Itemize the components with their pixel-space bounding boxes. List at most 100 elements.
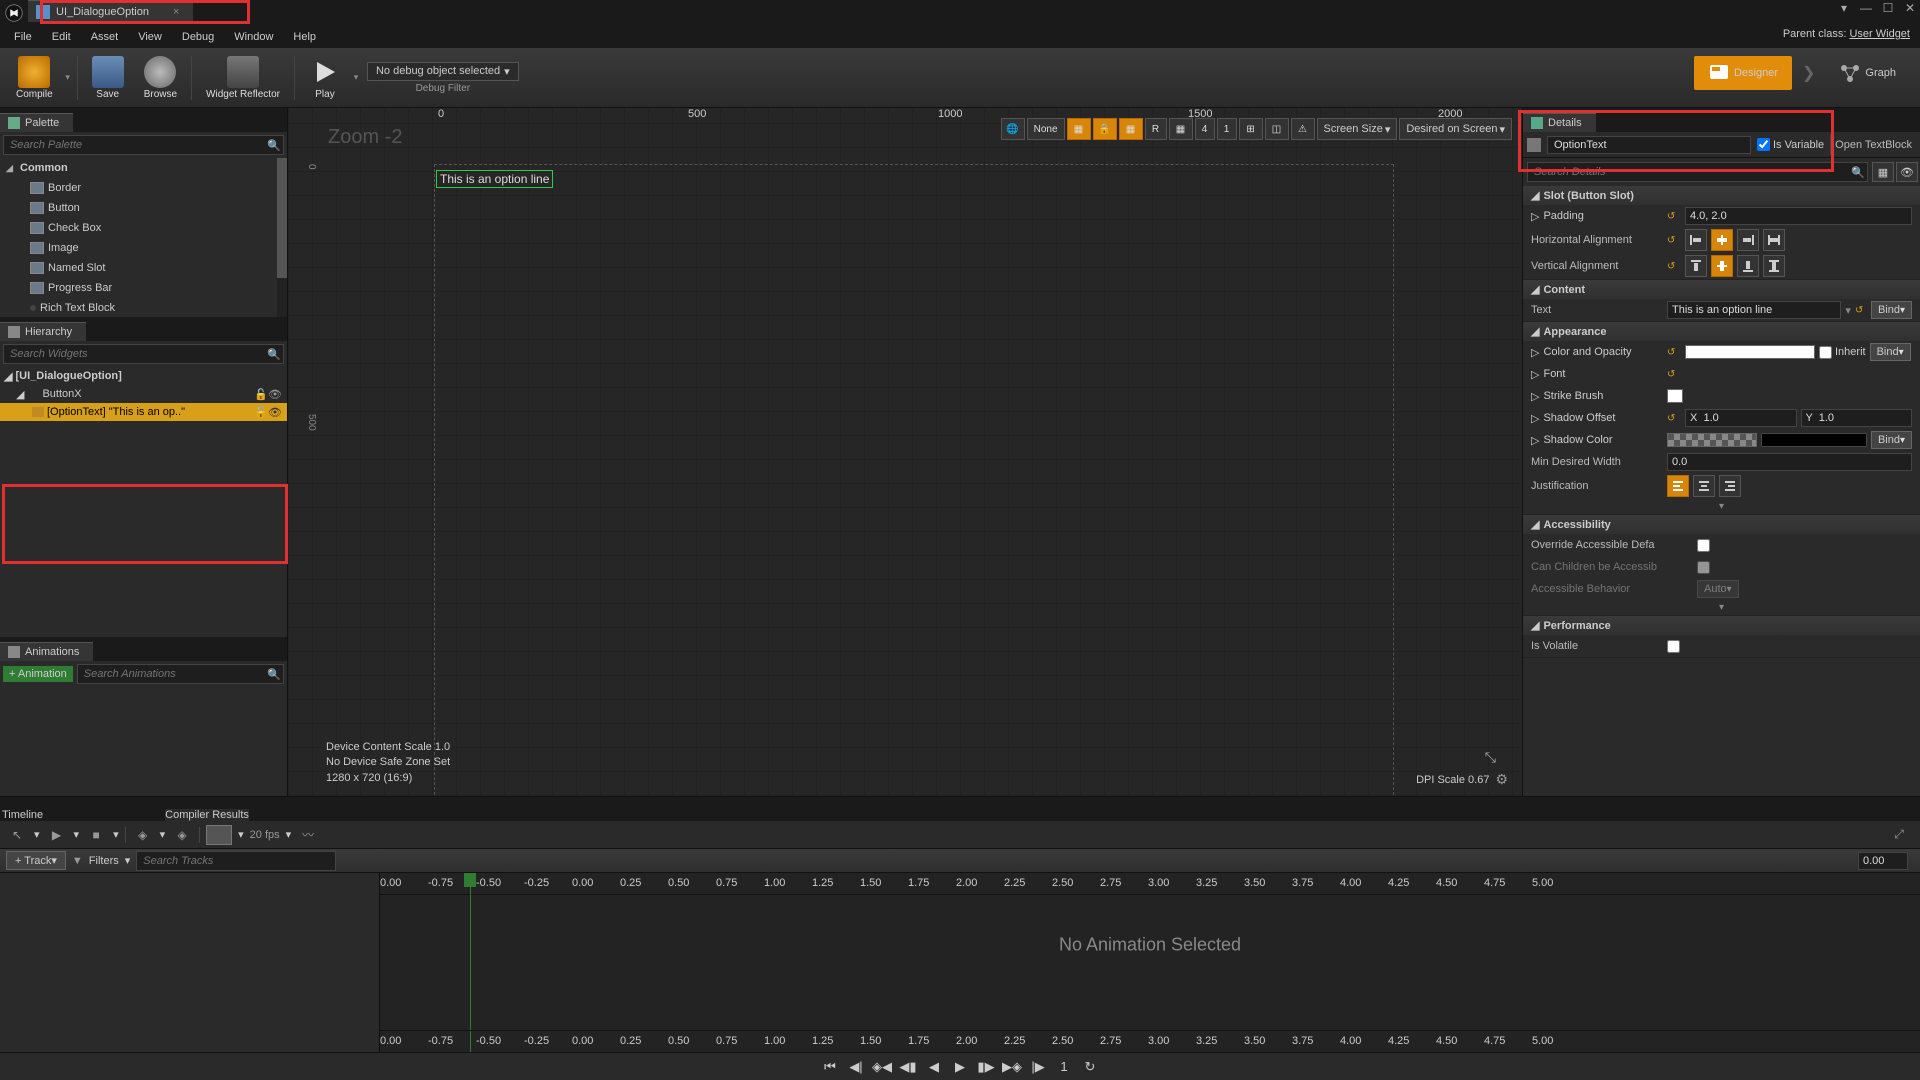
menu-help[interactable]: Help [283, 29, 326, 45]
section-content[interactable]: ◢Content [1523, 280, 1920, 299]
designer-mode-button[interactable]: Designer [1694, 56, 1792, 90]
tracks-search[interactable] [136, 851, 336, 871]
timeline-tab[interactable]: Timeline [2, 809, 43, 821]
warning-icon[interactable]: ⚠ [1291, 118, 1315, 140]
menu-edit[interactable]: Edit [42, 29, 81, 45]
current-time-input[interactable] [1858, 852, 1908, 870]
hierarchy-tab[interactable]: Hierarchy [0, 322, 86, 341]
num-button-1[interactable]: 1 [1217, 118, 1237, 140]
fill-mode-button[interactable]: Desired on Screen▾ [1399, 118, 1512, 140]
key-button[interactable]: ◈ [132, 825, 154, 845]
section-performance[interactable]: ◢Performance [1523, 616, 1920, 635]
widget-reflector-button[interactable]: Widget Reflector [196, 50, 290, 106]
section-slot[interactable]: ◢Slot (Button Slot) [1523, 186, 1920, 205]
goto-start-button[interactable]: ⏮ [820, 1059, 840, 1075]
document-tab[interactable]: UI_DialogueOption × [28, 0, 193, 22]
halign-center-button[interactable] [1711, 229, 1733, 251]
frame-back-button[interactable]: ◀▮ [898, 1059, 918, 1075]
graph-mode-button[interactable]: Graph [1825, 56, 1910, 90]
valign-fill-button[interactable] [1763, 255, 1785, 277]
palette-item[interactable]: Named Slot [0, 258, 287, 278]
browse-button[interactable]: Browse [134, 50, 187, 106]
widget-name-input[interactable] [1547, 136, 1751, 154]
section-appearance[interactable]: ◢Appearance [1523, 322, 1920, 341]
layout-option-button[interactable]: ⊞ [1239, 118, 1263, 140]
details-search[interactable]: 🔍 [1527, 162, 1868, 182]
section-button[interactable] [206, 825, 232, 845]
is-variable-checkbox[interactable]: Is Variable [1757, 138, 1824, 151]
expand-more-icon[interactable]: ▾ [1523, 600, 1920, 615]
palette-item[interactable]: Button [0, 198, 287, 218]
shadow-color-swatch[interactable] [1667, 433, 1757, 447]
min-width-input[interactable] [1667, 453, 1912, 471]
menu-view[interactable]: View [128, 29, 172, 45]
lock-icon[interactable]: 🔓 [254, 388, 267, 401]
details-tab[interactable]: Details [1523, 113, 1596, 132]
hierarchy-search[interactable]: 🔍 [3, 344, 284, 364]
padding-input[interactable] [1685, 207, 1912, 225]
bind-shadow-button[interactable]: Bind▾ [1871, 431, 1912, 449]
palette-item[interactable]: Border [0, 178, 287, 198]
r-button[interactable]: R [1145, 118, 1167, 140]
num-button-4[interactable]: 4 [1195, 118, 1215, 140]
compile-dropdown[interactable]: ▾ [63, 72, 73, 83]
menu-debug[interactable]: Debug [172, 29, 224, 45]
compile-button[interactable]: Compile [6, 50, 63, 106]
halign-left-button[interactable] [1685, 229, 1707, 251]
curve-button[interactable]: 〰 [297, 825, 319, 845]
next-key-button[interactable]: ▶◈ [1002, 1059, 1022, 1075]
eye-icon[interactable]: 👁 [268, 388, 281, 401]
menu-window[interactable]: Window [224, 29, 283, 45]
open-textblock-button[interactable]: Open TextBlock [1830, 134, 1916, 155]
localization-button[interactable]: 🌐 [1001, 118, 1025, 140]
palette-cat-common[interactable]: ◢Common [0, 158, 287, 178]
valign-bottom-button[interactable] [1737, 255, 1759, 277]
menu-file[interactable]: File [4, 29, 42, 45]
fill-button[interactable]: ◫ [1265, 118, 1289, 140]
minimize-button[interactable]: — [1856, 0, 1876, 16]
menu-asset[interactable]: Asset [81, 29, 129, 45]
play-tool-button[interactable]: ▶ [46, 825, 68, 845]
animations-tab[interactable]: Animations [0, 642, 93, 661]
close-button[interactable]: ✕ [1900, 0, 1920, 16]
override-accessible-checkbox[interactable] [1697, 539, 1710, 552]
palette-tab[interactable]: Palette [0, 113, 73, 132]
view-matrix-button[interactable]: ▦ [1872, 162, 1894, 182]
cursor-tool-button[interactable]: ↖ [6, 825, 28, 845]
palette-item[interactable]: Rich Text Block [0, 298, 287, 317]
step-back-button[interactable]: ◀| [846, 1059, 866, 1075]
justify-center-button[interactable] [1693, 475, 1715, 497]
halign-fill-button[interactable] [1763, 229, 1785, 251]
layout-button-1[interactable]: ▦ [1067, 118, 1091, 140]
shadow-x-input[interactable] [1685, 409, 1797, 427]
play-dropdown[interactable]: ▾ [351, 72, 361, 83]
justify-right-button[interactable] [1719, 475, 1741, 497]
option-text-widget[interactable]: This is an option line [436, 170, 553, 188]
screen-size-button[interactable]: Screen Size▾ [1317, 118, 1398, 140]
hierarchy-root[interactable]: ◢[UI_DialogueOption] [0, 367, 287, 385]
stop-tool-button[interactable]: ■ [85, 825, 107, 845]
eye-icon[interactable]: 👁 [268, 406, 281, 419]
frame-fwd-button[interactable]: ▮▶ [976, 1059, 996, 1075]
maximize-button[interactable]: ☐ [1878, 0, 1898, 16]
color-swatch[interactable] [1685, 345, 1815, 359]
fps-select[interactable]: 20 fps [250, 829, 280, 841]
step-fwd-button[interactable]: |▶ [1028, 1059, 1048, 1075]
play-back-button[interactable]: ◀ [924, 1059, 944, 1075]
animations-search[interactable]: 🔍 [77, 664, 284, 684]
palette-item[interactable]: Image [0, 238, 287, 258]
expand-button[interactable]: ⤢ [1888, 825, 1910, 845]
palette-item[interactable]: Progress Bar [0, 278, 287, 298]
add-animation-button[interactable]: + Animation [3, 666, 73, 682]
designer-viewport[interactable]: 0 500 1000 1500 2000 0 500 Zoom -2 This … [288, 108, 1522, 796]
outline-none-button[interactable]: None [1027, 118, 1065, 140]
grid-toggle-button[interactable]: ▦ [1169, 118, 1193, 140]
add-track-button[interactable]: + Track▾ [6, 851, 66, 870]
hierarchy-button[interactable]: ◢ButtonX🔓👁 [0, 385, 287, 403]
compiler-results-tab[interactable]: Compiler Results [165, 809, 249, 821]
close-icon[interactable]: × [173, 6, 179, 18]
loop-button[interactable]: ↻ [1080, 1059, 1100, 1075]
play-forward-button[interactable]: ▶ [950, 1059, 970, 1075]
playhead[interactable] [470, 873, 471, 1052]
content-text-input[interactable] [1667, 301, 1841, 319]
